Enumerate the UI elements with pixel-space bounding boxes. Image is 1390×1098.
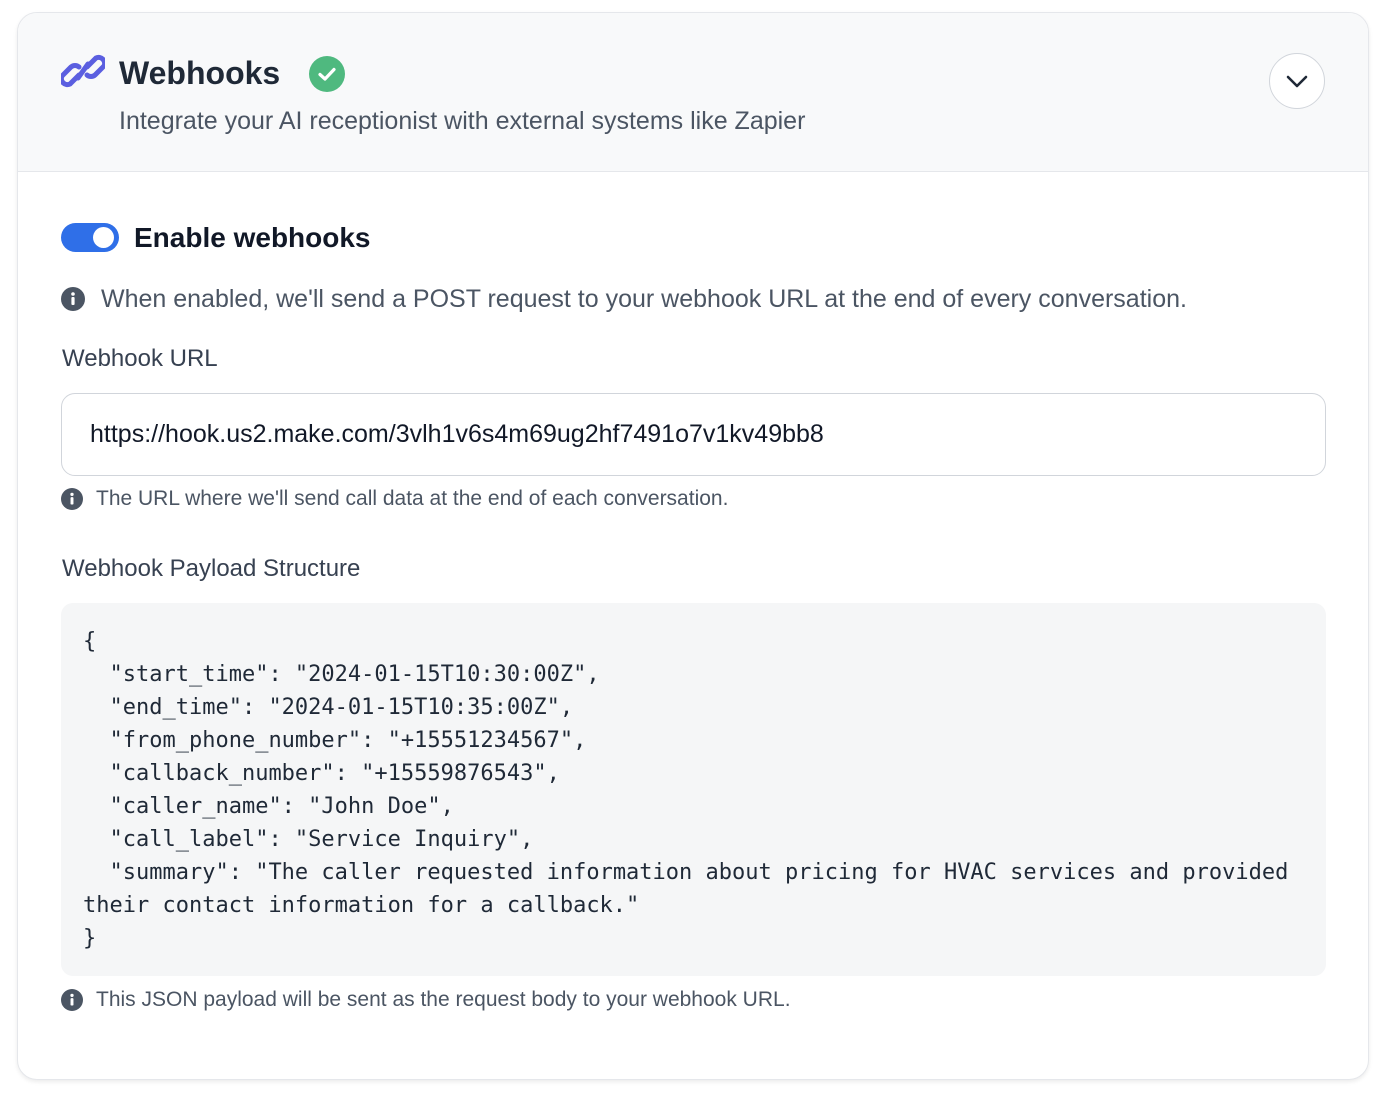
info-icon (61, 989, 83, 1011)
check-circle-icon (309, 56, 345, 92)
webhooks-info-text: When enabled, we'll send a POST request … (101, 285, 1187, 313)
info-icon (61, 488, 83, 510)
webhook-url-hint: The URL where we'll send call data at th… (96, 487, 729, 510)
page-subtitle: Integrate your AI receptionist with exte… (119, 107, 806, 135)
payload-code-block: { "start_time": "2024-01-15T10:30:00Z", … (61, 603, 1326, 976)
webhooks-card: Webhooks Integrate your AI receptionist … (17, 12, 1369, 1080)
info-icon (61, 287, 85, 311)
webhook-url-input[interactable] (61, 393, 1326, 476)
page-title: Webhooks (119, 55, 281, 91)
chevron-down-icon (1286, 75, 1308, 88)
webhook-url-label: Webhook URL (62, 345, 218, 372)
card-header[interactable]: Webhooks Integrate your AI receptionist … (18, 13, 1368, 172)
payload-structure-label: Webhook Payload Structure (62, 555, 361, 582)
collapse-button[interactable] (1269, 53, 1325, 109)
enable-webhooks-label: Enable webhooks (134, 222, 371, 253)
payload-hint: This JSON payload will be sent as the re… (96, 988, 791, 1011)
link-icon (58, 51, 108, 91)
toggle-knob (93, 227, 114, 248)
enable-webhooks-toggle[interactable] (61, 223, 119, 252)
